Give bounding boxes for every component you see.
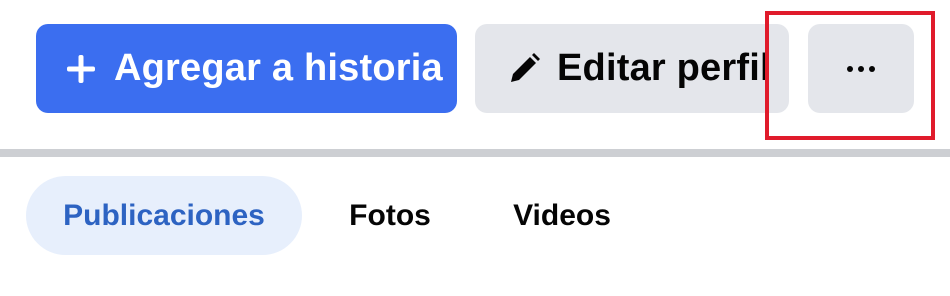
edit-profile-button[interactable]: Editar perfil: [475, 24, 789, 113]
more-options-icon: [845, 65, 877, 73]
tab-publicaciones[interactable]: Publicaciones: [26, 176, 302, 255]
pencil-icon: [507, 52, 541, 86]
tab-label: Fotos: [349, 198, 431, 232]
tab-label: Videos: [513, 198, 611, 232]
tab-fotos[interactable]: Fotos: [330, 176, 450, 255]
edit-profile-label: Editar perfil: [557, 47, 771, 89]
more-options-button[interactable]: [808, 24, 914, 113]
tab-videos[interactable]: Videos: [488, 176, 636, 255]
add-story-button[interactable]: Agregar a historia: [36, 24, 457, 113]
tab-label: Publicaciones: [63, 198, 265, 232]
section-divider: [0, 149, 950, 157]
plus-icon: [66, 54, 96, 84]
add-story-label: Agregar a historia: [114, 47, 443, 89]
